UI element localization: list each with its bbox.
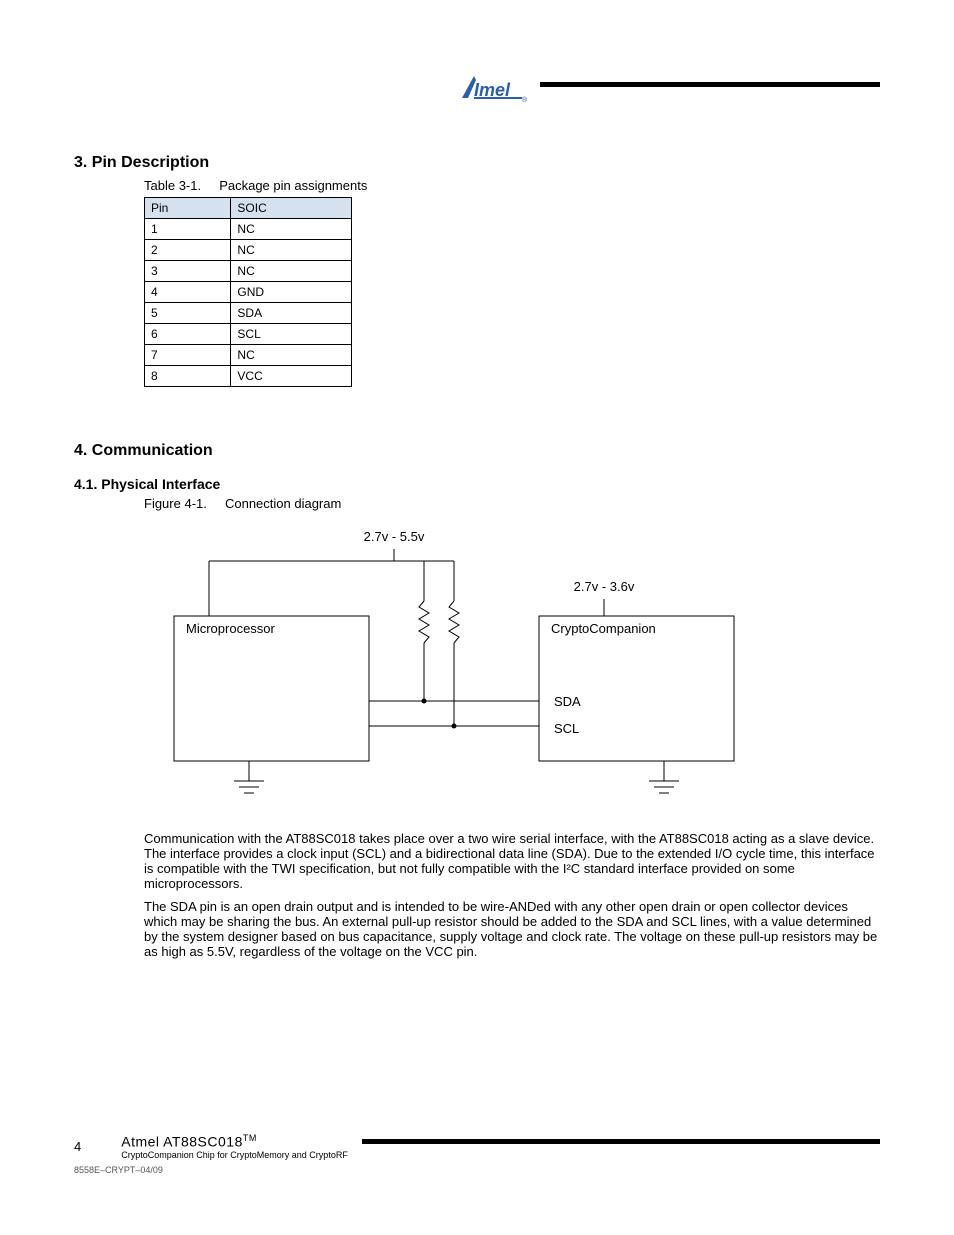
th-soic: SOIC xyxy=(231,198,352,219)
microprocessor-label: Microprocessor xyxy=(186,621,276,636)
volt-left-label: 2.7v - 5.5v xyxy=(364,529,425,544)
table-row: 2NC xyxy=(145,240,352,261)
paragraph-4-1-b: The SDA pin is an open drain output and … xyxy=(144,900,884,960)
cryptocompanion-label: CryptoCompanion xyxy=(551,621,656,636)
footer-brand: Atmel AT88SC018TM xyxy=(121,1133,348,1150)
figure-caption-label: Figure 4-1. xyxy=(144,496,207,511)
header-rule xyxy=(540,82,880,87)
footer-subtitle: CryptoCompanion Chip for CryptoMemory an… xyxy=(121,1150,348,1160)
section-4-1-heading: 4.1. Physical Interface xyxy=(74,476,880,492)
footer-rule xyxy=(362,1139,880,1144)
doc-code: 8558E–CRYPT–04/09 xyxy=(74,1165,163,1175)
section-4-heading: 4. Communication xyxy=(74,442,880,460)
table-row: 1NC xyxy=(145,219,352,240)
table-row: 3NC xyxy=(145,261,352,282)
table-row: 5SDA xyxy=(145,303,352,324)
figure-4-1-caption: Figure 4-1. Connection diagram xyxy=(144,496,880,511)
connection-diagram: 2.7v - 5.5v Microprocessor 2.7v - 3.6v xyxy=(134,521,880,824)
table-row: 4GND xyxy=(145,282,352,303)
volt-right-label: 2.7v - 3.6v xyxy=(574,579,635,594)
page-number: 4 xyxy=(74,1139,81,1154)
atmel-logo: Imel ® xyxy=(460,72,528,104)
table-row: 8VCC xyxy=(145,366,352,387)
table-row: 7NC xyxy=(145,345,352,366)
table-3-1-caption: Table 3-1. Package pin assignments xyxy=(144,178,880,193)
section-3-heading: 3. Pin Description xyxy=(74,154,880,172)
page-footer: 4 Atmel AT88SC018TM CryptoCompanion Chip… xyxy=(74,1133,880,1160)
svg-text:®: ® xyxy=(522,96,528,104)
table-caption-title: Package pin assignments xyxy=(219,178,367,193)
table-row: 6SCL xyxy=(145,324,352,345)
table-caption-label: Table 3-1. xyxy=(144,178,201,193)
th-pin: Pin xyxy=(145,198,231,219)
paragraph-4-1-a: Communication with the AT88SC018 takes p… xyxy=(144,832,884,892)
page-header: Imel ® xyxy=(74,72,880,104)
scl-label: SCL xyxy=(554,721,579,736)
sda-label: SDA xyxy=(554,694,581,709)
pin-table: Pin SOIC 1NC 2NC 3NC 4GND 5SDA 6SCL 7NC … xyxy=(144,197,352,387)
figure-caption-title: Connection diagram xyxy=(225,496,341,511)
